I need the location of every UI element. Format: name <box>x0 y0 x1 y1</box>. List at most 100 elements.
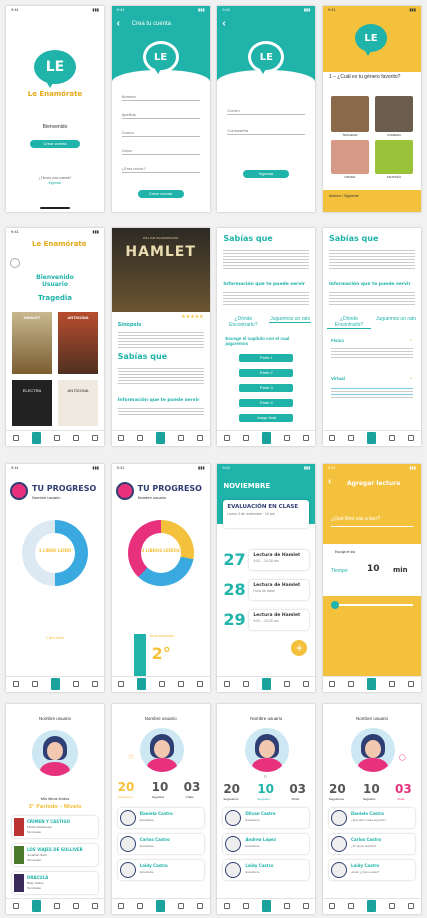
avatar[interactable] <box>115 482 134 500</box>
nav-groups[interactable] <box>283 435 290 442</box>
nav-settings[interactable] <box>302 903 309 910</box>
nav-groups[interactable] <box>178 435 185 442</box>
create-account-button[interactable]: Crear cuenta <box>137 190 184 198</box>
create-account-button[interactable]: Crear cuenta <box>30 140 80 148</box>
chat-card[interactable]: Daniela Castro ¿Qué libro estás leyendo? <box>328 808 415 828</box>
book-cover[interactable]: ANTÍGONA <box>58 380 98 426</box>
time-slider[interactable] <box>330 604 413 606</box>
nav-home[interactable] <box>329 435 336 442</box>
person-card[interactable]: Andrea López Estudiante <box>223 834 310 854</box>
nav-settings[interactable] <box>91 681 98 688</box>
book-cover[interactable]: ANTIGONA <box>58 312 98 374</box>
nav-settings[interactable] <box>197 681 204 688</box>
final-game-button[interactable]: Juego final <box>239 414 294 422</box>
nav-groups[interactable] <box>389 435 396 442</box>
tab-where[interactable]: ¿Dónde Encontrarlo? <box>221 316 265 328</box>
nav-settings[interactable] <box>408 681 415 688</box>
stat-followers-count[interactable]: 20 <box>118 780 135 794</box>
nav-home[interactable] <box>223 903 230 910</box>
reading-card[interactable]: Lectura de Hamlet 9:00 – 10:30 am <box>249 550 310 570</box>
avatar[interactable] <box>10 258 20 268</box>
nav-profile[interactable] <box>242 903 249 910</box>
reading-card[interactable]: Lectura de Hamlet Hora de clase <box>249 580 310 600</box>
physical-title[interactable]: Físico <box>331 338 344 343</box>
star-icon[interactable]: ☆ <box>128 752 135 761</box>
nav-profile[interactable] <box>348 435 355 442</box>
nav-groups[interactable] <box>389 903 396 910</box>
role-select[interactable]: ¿Eres lector? <box>121 164 200 173</box>
stat-followers-count[interactable]: 20 <box>329 782 346 796</box>
part-button[interactable]: Parte 1 <box>239 354 294 362</box>
nav-settings[interactable] <box>197 435 204 442</box>
part-button[interactable]: Parte 2 <box>239 369 294 377</box>
nav-settings[interactable] <box>302 435 309 442</box>
avatar[interactable] <box>10 482 28 500</box>
person-card[interactable]: Olivan Castro Estudiante <box>223 808 310 828</box>
nav-groups[interactable] <box>178 681 185 688</box>
person-card[interactable]: Carlos Castro Estudiante <box>117 834 204 854</box>
nav-groups[interactable] <box>178 903 185 910</box>
nav-groups[interactable] <box>389 681 396 688</box>
chevron-down-icon[interactable]: ⌄ <box>409 337 413 343</box>
email-field[interactable]: Correo <box>227 106 306 115</box>
nav-profile[interactable] <box>137 678 147 691</box>
nav-profile[interactable] <box>137 435 144 442</box>
slider-thumb[interactable] <box>330 601 339 609</box>
nav-profile[interactable] <box>31 900 41 913</box>
nav-settings[interactable] <box>91 903 98 910</box>
stat-chats-count[interactable]: 03 <box>395 782 412 796</box>
nav-books[interactable] <box>50 678 60 691</box>
nav-profile[interactable] <box>31 432 41 445</box>
part-button[interactable]: Parte 3 <box>239 384 294 392</box>
nav-groups[interactable] <box>283 903 290 910</box>
book-card[interactable]: CRIMEN Y CASTIGO Fiódor Dostoievski Termin… <box>12 816 98 838</box>
nav-profile[interactable] <box>137 903 144 910</box>
person-card[interactable]: Laidy Castro Estudiante <box>117 860 204 880</box>
nav-books[interactable] <box>261 900 271 913</box>
email-field[interactable]: Correo <box>121 128 200 137</box>
stat-following-count[interactable]: 10 <box>152 780 169 794</box>
nav-home[interactable] <box>223 681 230 688</box>
nav-groups[interactable] <box>72 903 79 910</box>
nav-home[interactable] <box>12 435 19 442</box>
book-card[interactable]: LOS VIAJES DE GULLIVER Jonathan Swift Term… <box>12 844 98 866</box>
back-arrow-icon[interactable]: ‹ <box>117 18 120 29</box>
chevron-down-icon[interactable]: ⌄ <box>409 375 413 381</box>
reading-card[interactable]: Lectura de Hamlet 9:00 – 10:30 am <box>249 610 310 630</box>
nav-books[interactable] <box>53 903 60 910</box>
nav-groups[interactable] <box>72 681 79 688</box>
name-field[interactable]: Nombre <box>121 92 200 101</box>
nav-settings[interactable] <box>91 435 98 442</box>
nav-home[interactable] <box>223 435 230 442</box>
add-button[interactable]: + <box>291 640 308 656</box>
nav-books[interactable] <box>156 900 166 913</box>
nav-home[interactable] <box>329 681 336 688</box>
nav-profile[interactable] <box>31 681 38 688</box>
option-comedia[interactable] <box>374 96 413 132</box>
quiz-nav[interactable]: Anterior / Siguiente <box>329 194 359 198</box>
nav-books[interactable] <box>53 435 60 442</box>
virtual-title[interactable]: Virtual <box>331 376 345 381</box>
nav-profile[interactable] <box>348 681 355 688</box>
nav-books[interactable] <box>367 900 377 913</box>
nav-home[interactable] <box>12 903 19 910</box>
nav-groups[interactable] <box>72 435 79 442</box>
nav-profile[interactable] <box>242 681 249 688</box>
book-card[interactable]: DRÁCULA Bram Stoker Terminado <box>12 872 98 894</box>
chat-bubble-icon[interactable]: ◯ <box>399 754 406 761</box>
option-drama[interactable] <box>330 140 369 174</box>
chat-card[interactable]: Carlos Castro ¿Te gustó Hamlet? <box>328 834 415 854</box>
option-fantasia[interactable] <box>374 140 413 174</box>
time-value[interactable]: 10 <box>367 564 380 574</box>
nav-books[interactable] <box>261 432 271 445</box>
nav-home[interactable] <box>118 435 125 442</box>
stat-chats-count[interactable]: 03 <box>184 780 201 794</box>
stat-following-count[interactable]: 10 <box>257 782 274 796</box>
chat-card[interactable]: Laidy Castro ¡Hola! ¿Cómo estás? <box>328 860 415 880</box>
book-question[interactable]: ¿Qué libro vas a leer? <box>331 516 380 522</box>
nav-profile[interactable] <box>348 903 355 910</box>
person-card[interactable]: Laidy Castro Estudiante <box>223 860 310 880</box>
nav-settings[interactable] <box>302 681 309 688</box>
login-button[interactable]: Ingresar <box>243 170 290 178</box>
lastname-field[interactable]: Apellido <box>121 110 200 119</box>
